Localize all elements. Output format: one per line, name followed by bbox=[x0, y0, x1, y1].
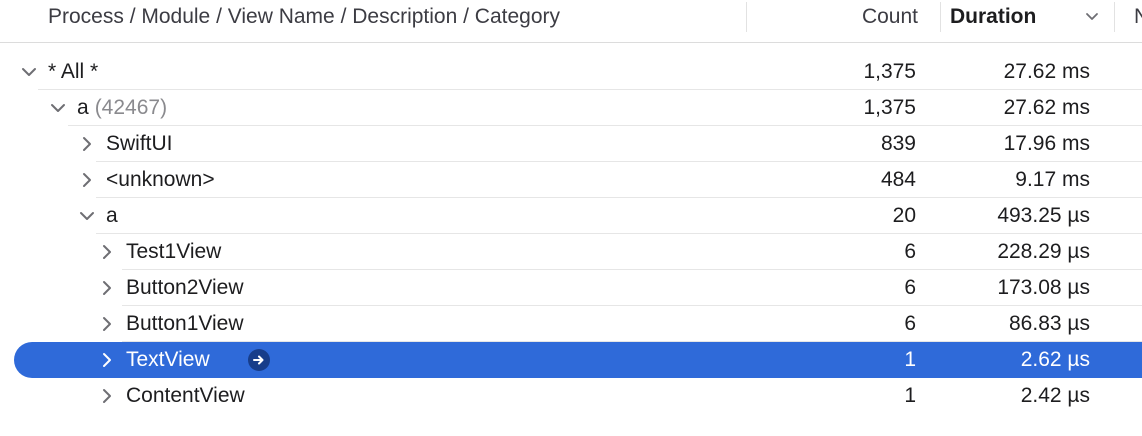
table-row[interactable]: Button2View 6 173.08 µs bbox=[0, 270, 1142, 306]
chevron-down-icon[interactable] bbox=[18, 54, 40, 90]
table-row[interactable]: Test1View 6 228.29 µs bbox=[0, 234, 1142, 270]
chevron-right-icon[interactable] bbox=[96, 306, 118, 342]
table-row[interactable]: a 20 493.25 µs bbox=[0, 198, 1142, 234]
row-duration: 27.62 ms bbox=[1003, 96, 1090, 119]
row-duration: 228.29 µs bbox=[997, 240, 1090, 263]
row-count: 1,375 bbox=[863, 96, 916, 119]
row-count: 1,375 bbox=[863, 60, 916, 83]
column-header-name[interactable]: Process / Module / View Name / Descripti… bbox=[48, 0, 560, 34]
row-label: SwiftUI bbox=[106, 126, 173, 162]
row-count: 20 bbox=[892, 204, 916, 227]
row-count: 6 bbox=[904, 276, 916, 299]
sort-chevron-down-icon[interactable] bbox=[1084, 0, 1104, 34]
column-divider[interactable] bbox=[940, 2, 941, 32]
row-label: Button2View bbox=[126, 270, 244, 306]
row-count: 839 bbox=[880, 132, 916, 155]
row-count: 484 bbox=[880, 168, 916, 191]
row-name: <unknown> bbox=[106, 168, 215, 191]
column-divider[interactable] bbox=[1114, 2, 1115, 32]
table-row[interactable]: SwiftUI 839 17.96 ms bbox=[0, 126, 1142, 162]
row-count: 1 bbox=[904, 384, 916, 407]
row-duration: 493.25 µs bbox=[997, 204, 1090, 227]
column-header-duration[interactable]: Duration bbox=[950, 0, 1068, 34]
table-header: Process / Module / View Name / Descripti… bbox=[0, 0, 1142, 43]
table-row[interactable]: <unknown> 484 9.17 ms bbox=[0, 162, 1142, 198]
row-name: ContentView bbox=[126, 384, 245, 407]
row-count: 6 bbox=[904, 240, 916, 263]
row-label: * All * bbox=[48, 54, 98, 90]
row-label: a bbox=[106, 198, 118, 234]
column-header-count[interactable]: Count bbox=[760, 0, 918, 34]
row-duration: 86.83 µs bbox=[1009, 312, 1090, 335]
row-duration: 2.42 µs bbox=[1020, 384, 1090, 407]
row-label: ContentView bbox=[126, 378, 245, 414]
row-duration: 27.62 ms bbox=[1003, 60, 1090, 83]
row-duration: 17.96 ms bbox=[1003, 132, 1090, 155]
column-divider[interactable] bbox=[746, 2, 747, 32]
row-label: a (42467) bbox=[77, 90, 167, 126]
row-duration: 9.17 ms bbox=[1015, 168, 1090, 191]
row-label: <unknown> bbox=[106, 162, 215, 198]
chevron-right-icon[interactable] bbox=[96, 378, 118, 414]
row-duration: 173.08 µs bbox=[997, 276, 1090, 299]
table-row[interactable]: * All * 1,375 27.62 ms bbox=[0, 54, 1142, 90]
row-name: Test1View bbox=[126, 240, 222, 263]
row-name: Button2View bbox=[126, 276, 244, 299]
table-row[interactable]: TextView 1 2.62 µs bbox=[0, 342, 1142, 378]
row-count: 1 bbox=[904, 348, 916, 371]
chevron-right-icon[interactable] bbox=[76, 162, 98, 198]
chevron-down-icon[interactable] bbox=[76, 198, 98, 234]
chevron-right-icon[interactable] bbox=[96, 234, 118, 270]
column-header-next[interactable]: N bbox=[1134, 0, 1142, 34]
table-row[interactable]: a (42467) 1,375 27.62 ms bbox=[0, 90, 1142, 126]
process-id: (42467) bbox=[94, 96, 168, 119]
table-row[interactable]: ContentView 1 2.42 µs bbox=[0, 378, 1142, 414]
chevron-right-icon[interactable] bbox=[96, 342, 118, 378]
table-row[interactable]: Button1View 6 86.83 µs bbox=[0, 306, 1142, 342]
row-name: * All * bbox=[48, 60, 99, 83]
row-count: 6 bbox=[904, 312, 916, 335]
row-name: Button1View bbox=[126, 312, 244, 335]
row-label: TextView bbox=[126, 342, 210, 378]
row-name: a bbox=[106, 204, 118, 227]
row-name: SwiftUI bbox=[106, 132, 173, 155]
row-label: Test1View bbox=[126, 234, 221, 270]
chevron-right-icon[interactable] bbox=[96, 270, 118, 306]
chevron-down-icon[interactable] bbox=[47, 90, 69, 126]
row-label: Button1View bbox=[126, 306, 244, 342]
arrow-circle-right-icon[interactable] bbox=[248, 349, 270, 371]
row-name: a bbox=[77, 96, 89, 119]
row-name: TextView bbox=[126, 348, 210, 371]
chevron-right-icon[interactable] bbox=[76, 126, 98, 162]
row-duration: 2.62 µs bbox=[1020, 348, 1090, 371]
